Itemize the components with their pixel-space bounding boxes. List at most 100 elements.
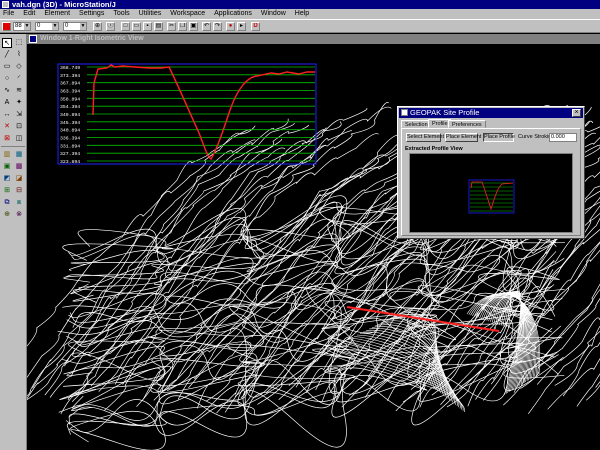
save-icon[interactable]: ▪ [143,22,152,31]
place-line-icon[interactable]: ╱ [2,50,12,60]
menu-window[interactable]: Window [261,9,286,19]
line-style-combo[interactable]: 0 ▼ [35,22,59,31]
line-weight-combo[interactable]: 0 ▼ [63,22,87,31]
profile-y-tick-label: 367.894 [60,81,80,87]
profile-curve [92,64,315,161]
modify-icon[interactable]: ⊡ [14,122,24,132]
menu-bar: File Edit Element Settings Tools Utiliti… [0,9,600,19]
cell-icon[interactable]: ✦ [14,98,24,108]
contour-line [72,240,566,303]
view-window-1[interactable]: Window 1-Right Isometric View 368.749 373… [27,34,600,450]
style-value: 0 [37,23,41,29]
extracted-profile-canvas [468,179,515,214]
tab-preferences[interactable]: Preferences [448,120,486,128]
geopak-qty-icon[interactable]: ⊕ [2,210,12,220]
text-icon[interactable]: A [2,98,12,108]
redo-icon[interactable]: ↷ [213,22,222,31]
new-file-icon[interactable]: □ [121,22,130,31]
geopak-profile-icon[interactable]: ⊞ [2,186,12,196]
geopak-plan-icon[interactable]: ⧉ [2,198,12,208]
select-element-button[interactable]: Select Element [406,133,444,142]
geopak-site-profile-dialog[interactable]: GEOPAK Site Profile × Selection Profile … [397,106,585,239]
geopak-drainage-icon[interactable]: ⧈ [14,198,24,208]
profile-y-tick-label: 363.394 [60,89,80,95]
profile-y-tick-label: 354.394 [60,104,80,110]
profile-tab-panel: Select Element Place Element Place Profi… [401,128,581,236]
color-combo[interactable]: 88 ▼ [13,22,31,31]
paste-icon[interactable]: ▣ [189,22,198,31]
menu-settings[interactable]: Settings [79,9,104,19]
multiline-icon[interactable]: ≋ [14,86,24,96]
menu-workspace[interactable]: Workspace [170,9,205,19]
select-element-icon[interactable]: ↖ [2,38,12,48]
dialog-title: GEOPAK Site Profile [410,108,480,117]
chevron-down-icon: ▼ [80,23,86,30]
dialog-title-bar[interactable]: GEOPAK Site Profile × [399,108,583,118]
profile-y-labels: 368.749 373.394 367.894 363.394358.894 354.3… [60,65,80,165]
menu-tools[interactable]: Tools [113,9,129,19]
palette-divider [1,146,25,147]
drop-icon[interactable]: ⊠ [2,134,12,144]
menu-applications[interactable]: Applications [214,9,252,19]
chevron-down-icon: ▼ [24,23,30,30]
fence-icon[interactable]: ⬚ [14,38,24,48]
place-element-button[interactable]: Place Element [445,133,481,142]
geopak-survey-icon[interactable]: ◪ [14,174,24,184]
active-color-swatch[interactable] [2,22,11,31]
dimension-icon[interactable]: ↔ [2,110,12,120]
profile-grid [87,66,315,162]
menu-utilities[interactable]: Utilities [139,9,162,19]
menu-help[interactable]: Help [295,9,309,19]
app-title-bar: vah.dgn (3D) - MicroStation/J [0,0,600,9]
close-icon[interactable]: × [572,109,581,117]
primary-toolbar: 88 ▼ 0 ▼ 0 ▼ ⊕ ⓘ □ ▭ ▪ ▤ ✂ ❐ ▣ ↶ ↷ ● ▸ D [0,19,600,33]
open-file-icon[interactable]: ▭ [132,22,141,31]
key-point-icon[interactable]: ⊕ [93,22,102,31]
copy-icon[interactable]: ❐ [178,22,187,31]
contour-line [71,127,327,403]
place-profile-button[interactable]: Place Profile [483,133,515,142]
menu-edit[interactable]: Edit [23,9,35,19]
help-icon[interactable]: ● [226,22,235,31]
geopak-road-icon[interactable]: ▣ [2,162,12,172]
manipulate-icon[interactable]: ◫ [14,134,24,144]
curve-icon[interactable]: ∿ [2,86,12,96]
profile-y-tick-label: 345.394 [60,120,80,126]
main-tool-palette: ↖ ⬚ ╱ ⌇ ▭ ◇ ○ ◜ ∿ ≋ A ✦ ↔ ⇲ ✕ ⊡ ⊠ ◫ ▥ ▦ … [0,34,27,450]
pointer-icon[interactable]: ▸ [237,22,246,31]
place-smartline-icon[interactable]: ⌇ [14,50,24,60]
geopak-dtm-icon[interactable]: ▦ [14,150,24,160]
info-icon[interactable]: ⓘ [106,22,115,31]
geopak-icon [401,109,408,116]
app-icon[interactable] [2,1,9,8]
menu-element[interactable]: Element [44,9,70,19]
view-window-icon[interactable] [29,35,37,43]
geopak-3d-icon[interactable]: ⊗ [14,210,24,220]
print-icon[interactable]: ▤ [154,22,163,31]
circle-icon[interactable]: ○ [2,74,12,84]
geopak-cogo-icon[interactable]: ▩ [14,162,24,172]
block-icon[interactable]: ▭ [2,62,12,72]
dc-icon[interactable]: D [251,22,260,31]
contour-line [586,384,600,401]
weight-value: 0 [65,23,69,29]
view-title: Window 1-Right Isometric View [40,35,144,42]
measure-icon[interactable]: ⇲ [14,110,24,120]
inset-profile-chart[interactable]: 368.749 373.394 367.894 363.394358.894 354.3… [57,63,317,165]
delete-icon[interactable]: ✕ [2,122,12,132]
cut-icon[interactable]: ✂ [167,22,176,31]
arc-icon[interactable]: ◜ [14,74,24,84]
menu-file[interactable]: File [3,9,14,19]
profile-y-tick-label: 349.894 [60,112,80,118]
shape-icon[interactable]: ◇ [14,62,24,72]
geopak-project-icon[interactable]: ▥ [2,150,12,160]
undo-icon[interactable]: ↶ [202,22,211,31]
profile-y-tick-label: 331.894 [60,143,80,149]
extracted-profile-view[interactable] [409,153,573,233]
view-title-bar[interactable]: Window 1-Right Isometric View [27,34,600,44]
app-title: vah.dgn (3D) - MicroStation/J [12,0,116,9]
geopak-xs-icon[interactable]: ⊟ [14,186,24,196]
profile-y-tick-label: 336.394 [60,136,80,142]
geopak-site-icon[interactable]: ◩ [2,174,12,184]
curve-stroking-input[interactable]: 0.000 [549,133,577,142]
